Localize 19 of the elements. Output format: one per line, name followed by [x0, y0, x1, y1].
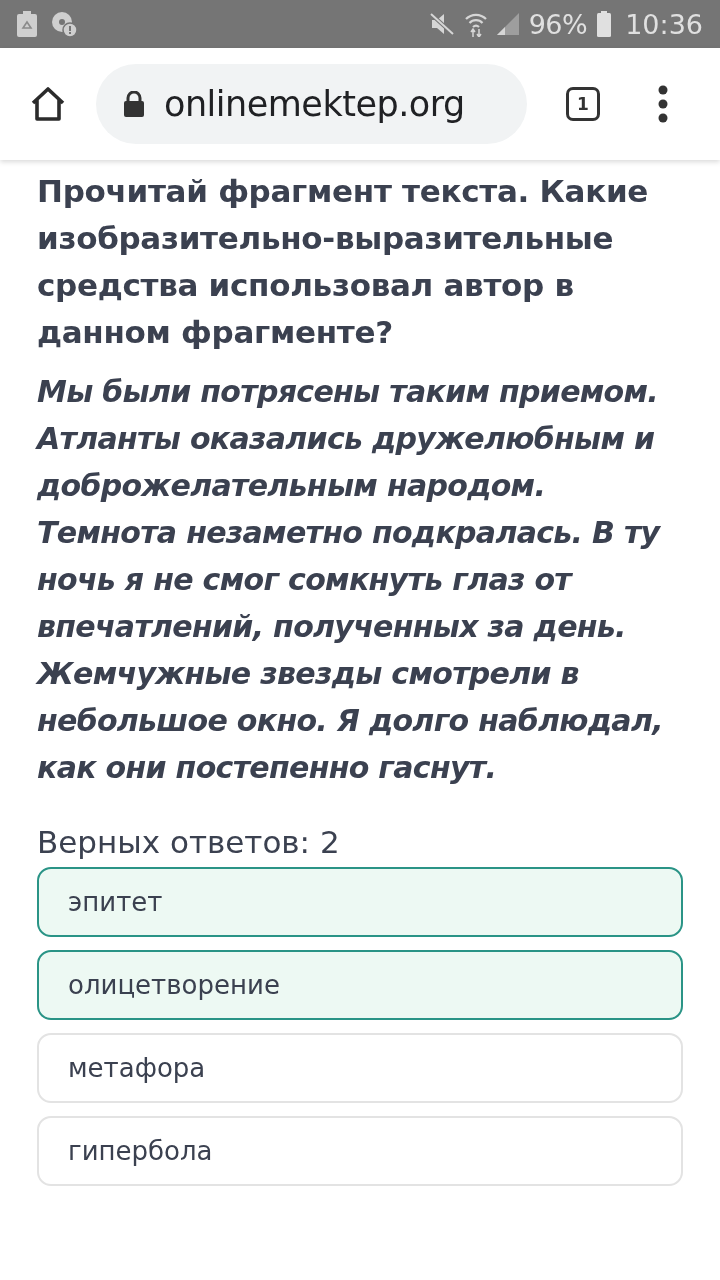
address-bar[interactable]: onlinemektep.org	[96, 64, 527, 144]
signal-icon	[496, 13, 519, 35]
lock-icon	[124, 91, 144, 117]
url-text: onlinemektep.org	[164, 83, 465, 126]
disc-alert-icon	[51, 11, 77, 37]
wifi-icon	[464, 11, 487, 37]
clock-time: 10:36	[625, 10, 703, 38]
menu-dots-icon	[658, 85, 668, 123]
battery-icon	[597, 11, 612, 37]
question-prompt: Прочитай фрагмент текста. Какие изобразительно-выразительные средства использовал автор в данном фрагменте?	[37, 172, 650, 352]
home-icon	[30, 86, 66, 122]
mute-icon	[428, 12, 455, 36]
battery-percent: 96%	[528, 10, 588, 38]
answer-count: Верных ответов: 2	[37, 823, 341, 862]
answer-option[interactable]: олицетворение	[37, 950, 683, 1020]
answer-option[interactable]: гипербола	[37, 1116, 683, 1186]
answer-option[interactable]: метафора	[37, 1033, 683, 1103]
answer-option[interactable]: эпитет	[37, 867, 683, 937]
text-passage: Мы были потрясены таким приемом. Атланты оказались дружелюбным и доброжелательным народом. Темнота незаметно подкралась. В ту ночь я не смог сомкнуть глаз от впечатлений, полученных за день. Жемчужные звезды смотрели в небольшое окно. Я долго наблюдал, как они постепенно гаснут.	[37, 373, 664, 787]
